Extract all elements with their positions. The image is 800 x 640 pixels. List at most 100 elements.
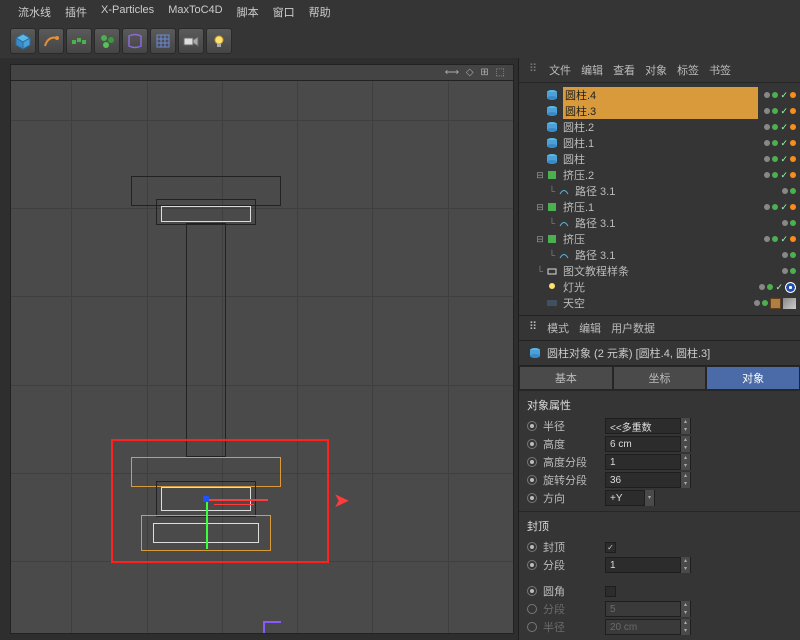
deformer-icon (126, 32, 144, 50)
tool-environment[interactable] (150, 28, 176, 54)
tree-item-cylinder-2[interactable]: 圆柱.2✓ (531, 119, 796, 135)
tab-edit[interactable]: 编辑 (581, 62, 603, 78)
tree-item-layer[interactable]: └图文教程样条 (531, 263, 796, 279)
field-height[interactable]: 6 cm▴▾ (605, 436, 691, 452)
attr-tab-userdata[interactable]: 用户数据 (611, 320, 655, 336)
menu-help[interactable]: 帮助 (303, 3, 337, 21)
objects-panel-tabs: ⠿ 文件 编辑 查看 对象 标签 书签 (519, 58, 800, 83)
viewport-navigation-icons[interactable]: ⟷ ◇ ⊞ ⬚ (445, 67, 507, 78)
viewport-cursor-indicator (263, 621, 281, 633)
attr-tab-edit[interactable]: 编辑 (579, 320, 601, 336)
tab-bookmarks[interactable]: 书签 (709, 62, 731, 78)
primitive-toolbar (0, 24, 800, 58)
menu-maxtoc4d[interactable]: MaxToC4D (162, 3, 228, 21)
anim-dot[interactable] (527, 475, 537, 485)
tag-target-icon[interactable] (785, 282, 796, 293)
label-orient: 方向 (543, 490, 599, 506)
menu-window[interactable]: 窗口 (267, 3, 301, 21)
field-cap-seg[interactable]: 1▴▾ (605, 557, 691, 573)
tree-item-extrude[interactable]: ⊟挤压✓ (531, 231, 796, 247)
tool-cube[interactable] (10, 28, 36, 54)
section-cap: 封顶 封顶✓ 分段1▴▾ 圆角 分段5▴▾ 半径20 cm▴▾ (519, 511, 800, 640)
tree-item-cylinder[interactable]: 圆柱✓ (531, 151, 796, 167)
tree-expand-icon[interactable]: ⊟ (535, 234, 545, 245)
generator-icon (98, 32, 116, 50)
anim-dot[interactable] (527, 586, 537, 596)
tab-file[interactable]: 文件 (549, 62, 571, 78)
tool-camera[interactable] (178, 28, 204, 54)
label-rot-seg: 旋转分段 (543, 472, 599, 488)
tag-texture-icon[interactable] (783, 298, 796, 309)
panel-grip-icon[interactable]: ⠿ (529, 320, 537, 336)
tree-item-cylinder-4[interactable]: 圆柱.4✓ (531, 87, 796, 103)
menu-xparticles[interactable]: X-Particles (95, 3, 160, 21)
tree-item-extrude-1[interactable]: ⊟挤压.1✓ (531, 199, 796, 215)
tree-item-cylinder-1[interactable]: 圆柱.1✓ (531, 135, 796, 151)
environment-icon (154, 32, 172, 50)
tree-item-path[interactable]: └路径 3.1 (543, 247, 796, 263)
spline-icon (557, 185, 571, 197)
field-rot-seg[interactable]: 36▴▾ (605, 472, 691, 488)
tree-expand-icon[interactable]: ⊟ (535, 202, 545, 213)
tab-view[interactable]: 查看 (613, 62, 635, 78)
tag-material-icon[interactable] (770, 298, 781, 309)
gizmo-origin[interactable] (203, 496, 209, 502)
anim-dot[interactable] (527, 457, 537, 467)
spinner-icon[interactable]: ▴▾ (680, 454, 690, 470)
subtab-object[interactable]: 对象 (706, 366, 800, 390)
tool-spline-pen[interactable] (38, 28, 64, 54)
field-height-seg[interactable]: 1▴▾ (605, 454, 691, 470)
spinner-icon: ▴▾ (680, 601, 690, 617)
checkbox-fillet[interactable] (605, 586, 616, 597)
tree-item-sky[interactable]: 天空 (531, 295, 796, 311)
anim-dot[interactable] (527, 542, 537, 552)
menu-pipeline[interactable]: 流水线 (12, 3, 57, 21)
field-fillet-radius: 20 cm▴▾ (605, 619, 691, 635)
object-tree[interactable]: 圆柱.4✓ 圆柱.3✓ 圆柱.2✓ 圆柱.1✓ 圆柱✓ ⊟挤压.2✓ └路径 3… (519, 83, 800, 315)
subtab-coord[interactable]: 坐标 (613, 366, 707, 390)
spline-icon (557, 249, 571, 261)
tree-item-extrude-2[interactable]: ⊟挤压.2✓ (531, 167, 796, 183)
dropdown-icon[interactable]: ▾ (644, 490, 654, 506)
field-radius[interactable]: <<多重数▴▾ (605, 418, 691, 434)
tree-item-cylinder-3[interactable]: 圆柱.3✓ (531, 103, 796, 119)
anim-dot[interactable] (527, 560, 537, 570)
viewport[interactable]: ➤ (10, 80, 514, 634)
tab-objects[interactable]: 对象 (645, 62, 667, 78)
tree-expand-icon[interactable]: ⊟ (535, 170, 545, 181)
menu-plugins[interactable]: 插件 (59, 3, 93, 21)
attr-tab-mode[interactable]: 模式 (547, 320, 569, 336)
anim-dot[interactable] (527, 421, 537, 431)
label-fillet-radius: 半径 (543, 619, 599, 635)
cylinder-icon (545, 121, 559, 133)
tool-array[interactable] (66, 28, 92, 54)
panel-grip-icon[interactable]: ⠿ (529, 62, 537, 78)
tree-item-path-1[interactable]: └路径 3.1 (543, 215, 796, 231)
gizmo-x-axis[interactable] (206, 499, 268, 501)
camera-icon (182, 32, 200, 50)
tool-light[interactable] (206, 28, 232, 54)
attributes-tabs: ⠿ 模式 编辑 用户数据 (519, 315, 800, 340)
menu-script[interactable]: 脚本 (231, 3, 265, 21)
label-fillet: 圆角 (543, 583, 599, 599)
attributes-subtabs: 基本 坐标 对象 (519, 365, 800, 390)
spinner-icon[interactable]: ▴▾ (680, 418, 690, 434)
tree-item-light[interactable]: 灯光✓ (531, 279, 796, 295)
spinner-icon[interactable]: ▴▾ (680, 557, 690, 573)
extrude-icon (545, 233, 559, 245)
spinner-icon[interactable]: ▴▾ (680, 472, 690, 488)
checkbox-cap[interactable]: ✓ (605, 542, 616, 553)
field-orient[interactable]: +Y▾ (605, 490, 655, 506)
subtab-basic[interactable]: 基本 (519, 366, 613, 390)
gizmo-y-axis[interactable] (206, 499, 208, 549)
spinner-icon[interactable]: ▴▾ (680, 436, 690, 452)
tab-tags[interactable]: 标签 (677, 62, 699, 78)
extrude-icon (545, 201, 559, 213)
tool-generator[interactable] (94, 28, 120, 54)
anim-dot[interactable] (527, 439, 537, 449)
anim-dot[interactable] (527, 493, 537, 503)
tool-deformer[interactable] (122, 28, 148, 54)
extrude-icon (545, 169, 559, 181)
spline-pen-icon (42, 32, 60, 50)
tree-item-path-2[interactable]: └路径 3.1 (543, 183, 796, 199)
